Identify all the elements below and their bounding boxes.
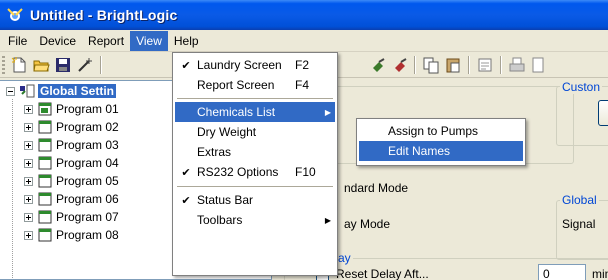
tree-item[interactable]: Program 06 xyxy=(24,191,119,207)
tool2-icon[interactable] xyxy=(392,56,410,74)
menu-device[interactable]: Device xyxy=(33,31,82,51)
menu-item-report-screen[interactable]: Report Screen F4 xyxy=(175,75,335,95)
expand-icon[interactable] xyxy=(24,212,33,222)
copy-icon[interactable] xyxy=(422,56,440,74)
custom-button[interactable] xyxy=(598,100,608,126)
signal-label: Signal xyxy=(562,217,596,231)
submenu-arrow-icon: ▶ xyxy=(324,215,332,225)
global-group-title: Global xyxy=(560,193,599,207)
program-icon xyxy=(37,174,53,188)
preview-icon[interactable] xyxy=(530,56,548,74)
menu-item-rs232-options[interactable]: ✔ RS232 Options F10 xyxy=(175,162,335,182)
menu-file[interactable]: File xyxy=(2,31,33,51)
print-icon[interactable] xyxy=(508,56,526,74)
program-icon xyxy=(37,120,53,134)
tree-item-label[interactable]: Program 05 xyxy=(56,174,119,188)
expand-icon[interactable] xyxy=(24,194,33,204)
checkmark-icon: ✔ xyxy=(181,59,191,72)
tree-item-label[interactable]: Program 08 xyxy=(56,228,119,242)
tree-item-label[interactable]: Program 01 xyxy=(56,102,119,116)
menu-separator xyxy=(177,98,333,99)
checkmark-icon: ✔ xyxy=(181,166,191,179)
submenu-arrow-icon: ▶ xyxy=(324,107,332,117)
open-icon[interactable] xyxy=(32,56,50,74)
view-menu-dropdown: ✔ Laundry Screen F2 Report Screen F4 Che… xyxy=(172,52,338,276)
tree-item-label[interactable]: Program 04 xyxy=(56,156,119,170)
menu-item-status-bar[interactable]: ✔ Status Bar xyxy=(175,190,335,210)
tree-root[interactable]: Global Settin xyxy=(6,83,117,99)
tree-item-label[interactable]: Program 03 xyxy=(56,138,119,152)
delay-group-title: ay xyxy=(336,251,353,265)
tree-root-label[interactable]: Global Settin xyxy=(38,84,117,98)
delay-minutes-unit: mins xyxy=(592,267,608,280)
tree-item[interactable]: Program 04 xyxy=(24,155,119,171)
checkmark-icon: ✔ xyxy=(181,194,191,207)
tree-item-label[interactable]: Program 02 xyxy=(56,120,119,134)
expand-icon[interactable] xyxy=(24,104,33,114)
program-icon xyxy=(37,210,53,224)
program-icon xyxy=(37,138,53,152)
collapse-icon[interactable] xyxy=(6,86,15,96)
tree-connector xyxy=(12,99,13,279)
wand-icon[interactable] xyxy=(76,56,94,74)
tree-item[interactable]: Program 01 xyxy=(24,101,119,117)
custom-group-title: Custon xyxy=(560,80,603,94)
menu-item-edit-names[interactable]: Edit Names xyxy=(359,141,523,161)
tree-item[interactable]: Program 03 xyxy=(24,137,119,153)
menu-report[interactable]: Report xyxy=(82,31,130,51)
expand-icon[interactable] xyxy=(24,176,33,186)
tool-icon[interactable] xyxy=(370,56,388,74)
menu-item-toolbars[interactable]: Toolbars ▶ xyxy=(175,210,335,230)
edit-icon[interactable] xyxy=(476,56,494,74)
menu-bar: File Device Report View Help xyxy=(0,30,608,52)
tree-item[interactable]: Program 08 xyxy=(24,227,119,243)
delay-minutes-value: 0 xyxy=(543,267,550,280)
tree-item-label[interactable]: Program 06 xyxy=(56,192,119,206)
tree-item-label[interactable]: Program 07 xyxy=(56,210,119,224)
program-icon xyxy=(37,228,53,242)
paste-icon[interactable] xyxy=(444,56,462,74)
window-title: Untitled - BrightLogic xyxy=(30,7,178,23)
program-icon xyxy=(37,156,53,170)
display-mode-label[interactable]: ay Mode xyxy=(344,217,390,231)
menu-help[interactable]: Help xyxy=(168,31,205,51)
menu-item-laundry-screen[interactable]: ✔ Laundry Screen F2 xyxy=(175,55,335,75)
tree-item[interactable]: Program 07 xyxy=(24,209,119,225)
standard-mode-label[interactable]: ndard Mode xyxy=(344,181,408,195)
menu-item-extras[interactable]: Extras xyxy=(175,142,335,162)
new-icon[interactable] xyxy=(10,56,28,74)
expand-icon[interactable] xyxy=(24,230,33,240)
title-bar: Untitled - BrightLogic xyxy=(0,0,608,30)
toolbar-separator xyxy=(500,56,502,74)
tree-item[interactable]: Program 05 xyxy=(24,173,119,189)
expand-icon[interactable] xyxy=(24,122,33,132)
delay-minutes-input[interactable]: 0 xyxy=(538,264,586,280)
tree-item[interactable]: Program 02 xyxy=(24,119,119,135)
menu-item-assign-to-pumps[interactable]: Assign to Pumps xyxy=(359,121,523,141)
toolbar-separator xyxy=(468,56,470,74)
expand-icon[interactable] xyxy=(24,158,33,168)
brightlogic-app-icon[interactable] xyxy=(6,7,24,23)
program-icon xyxy=(37,102,53,116)
toolbar-grip[interactable] xyxy=(2,56,5,74)
toolbar-separator xyxy=(100,56,102,74)
program-icon xyxy=(37,192,53,206)
toolbar-separator xyxy=(414,56,416,74)
menu-separator xyxy=(177,186,333,187)
reset-delay-label: Reset Delay Aft... xyxy=(336,267,429,280)
save-icon[interactable] xyxy=(54,56,72,74)
chemicals-submenu: Assign to Pumps Edit Names xyxy=(356,118,526,166)
menu-view[interactable]: View xyxy=(130,30,168,51)
menu-item-chemicals-list[interactable]: Chemicals List ▶ xyxy=(175,102,335,122)
expand-icon[interactable] xyxy=(24,140,33,150)
settings-folder-icon xyxy=(19,84,35,98)
menu-item-dry-weight[interactable]: Dry Weight xyxy=(175,122,335,142)
